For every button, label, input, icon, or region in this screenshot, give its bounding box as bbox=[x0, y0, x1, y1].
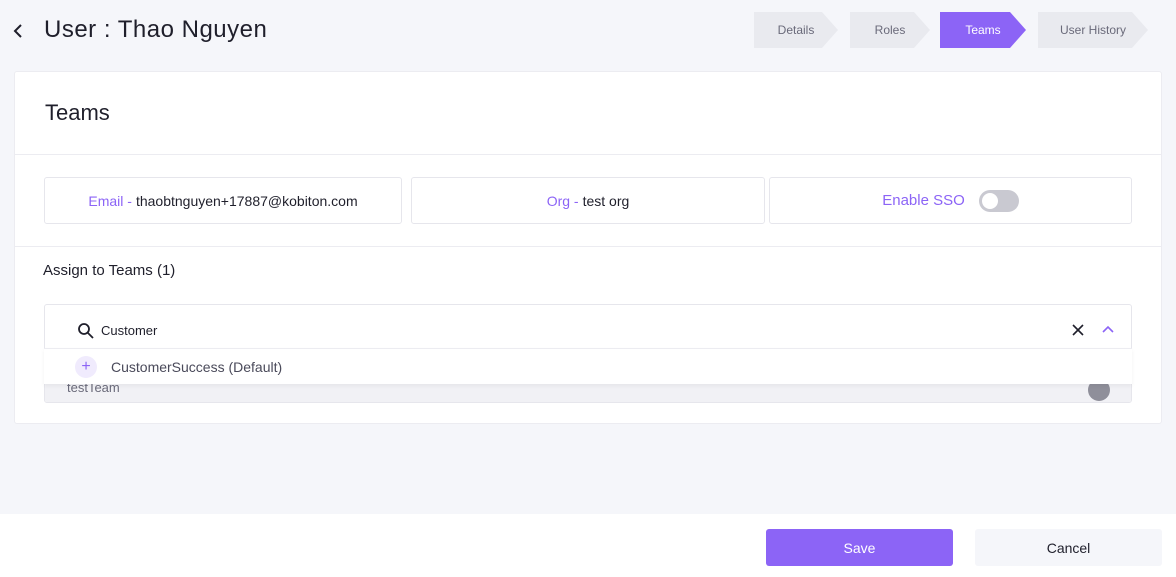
org-label: Org - bbox=[546, 192, 579, 209]
step-user-history[interactable]: User History bbox=[1038, 12, 1148, 48]
divider bbox=[15, 246, 1161, 247]
email-value: thaobtnguyen+17887@kobiton.com bbox=[135, 192, 358, 209]
card-title: Teams bbox=[45, 100, 110, 125]
toggle-knob bbox=[981, 192, 998, 209]
back-button[interactable] bbox=[10, 20, 28, 42]
chevron-up-icon[interactable] bbox=[1101, 323, 1115, 335]
email-label: Email - bbox=[88, 192, 132, 209]
dropdown-option[interactable]: + CustomerSuccess (Default) bbox=[44, 348, 1132, 384]
divider bbox=[15, 154, 1161, 155]
team-search-input[interactable] bbox=[101, 319, 1001, 341]
sso-box: Enable SSO bbox=[769, 177, 1132, 224]
org-value: test org bbox=[582, 192, 630, 209]
page-header: User : Thao Nguyen Details Roles Teams U… bbox=[0, 0, 1176, 60]
footer: Save Cancel bbox=[0, 514, 1176, 577]
teams-card: Teams Email - thaobtnguyen+17887@kobiton… bbox=[14, 71, 1162, 424]
step-teams[interactable]: Teams bbox=[940, 12, 1026, 48]
email-box: Email - thaobtnguyen+17887@kobiton.com bbox=[44, 177, 402, 224]
cancel-button[interactable]: Cancel bbox=[975, 529, 1162, 566]
sso-label: Enable SSO bbox=[882, 192, 965, 209]
chevron-left-icon bbox=[13, 24, 22, 38]
option-label: CustomerSuccess (Default) bbox=[111, 358, 283, 375]
plus-icon: + bbox=[75, 355, 97, 378]
step-details[interactable]: Details bbox=[754, 12, 838, 48]
save-button[interactable]: Save bbox=[766, 529, 953, 566]
close-icon[interactable] bbox=[1071, 323, 1085, 337]
org-box: Org - test org bbox=[411, 177, 765, 224]
assign-teams-title: Assign to Teams (1) bbox=[43, 262, 176, 279]
sso-toggle[interactable] bbox=[978, 189, 1019, 212]
step-roles[interactable]: Roles bbox=[850, 12, 930, 48]
page-title: User : Thao Nguyen bbox=[44, 16, 268, 43]
search-icon bbox=[78, 323, 94, 339]
